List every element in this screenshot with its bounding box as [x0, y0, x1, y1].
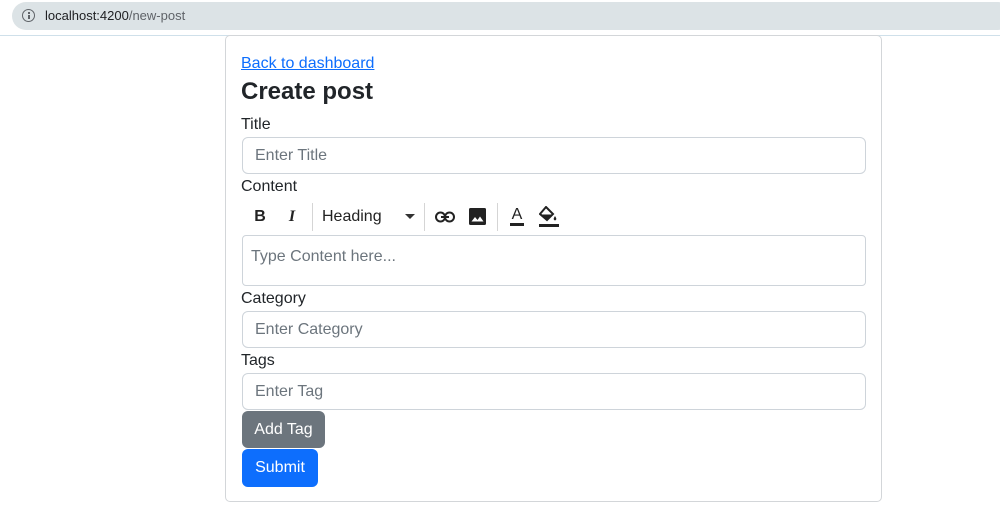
link-icon — [435, 211, 455, 222]
toolbar-separator — [497, 203, 498, 231]
content-label: Content — [241, 178, 298, 195]
title-label: Title — [241, 116, 271, 133]
font-color-icon: A — [509, 207, 525, 226]
tag-input[interactable]: Enter Tag — [242, 373, 866, 410]
tags-label: Tags — [241, 352, 275, 369]
category-input[interactable]: Enter Category — [242, 311, 866, 348]
fill-color-button[interactable] — [537, 200, 561, 233]
url-text[interactable]: localhost:4200/new-post — [45, 8, 185, 23]
italic-icon: I — [288, 207, 296, 225]
image-icon — [468, 208, 486, 225]
chevron-down-icon — [405, 214, 415, 219]
info-icon[interactable] — [22, 9, 35, 22]
editor-toolbar: B I Heading A — [242, 200, 572, 233]
toolbar-separator — [424, 203, 425, 231]
back-to-dashboard-link[interactable]: Back to dashboard — [241, 55, 374, 73]
bold-button[interactable]: B — [248, 200, 272, 233]
heading-label: Heading — [322, 207, 382, 225]
browser-url-bar: localhost:4200/new-post — [0, 0, 1000, 36]
title-input[interactable]: Enter Title — [242, 137, 866, 174]
heading-dropdown[interactable]: Heading — [322, 200, 418, 233]
url-host: localhost:4200 — [45, 8, 129, 23]
link-button[interactable] — [432, 200, 458, 233]
toolbar-separator — [312, 203, 313, 231]
image-button[interactable] — [464, 200, 490, 233]
bold-icon: B — [254, 207, 266, 225]
italic-button[interactable]: I — [280, 200, 304, 233]
category-label: Category — [241, 290, 306, 307]
content-editor[interactable]: Type Content here... — [242, 235, 866, 286]
add-tag-button[interactable]: Add Tag — [242, 411, 325, 448]
url-path: /new-post — [128, 8, 186, 23]
fill-color-icon — [539, 205, 559, 227]
submit-button[interactable]: Submit — [242, 449, 318, 487]
font-color-button[interactable]: A — [505, 200, 529, 233]
page-title: Create post — [241, 78, 374, 105]
